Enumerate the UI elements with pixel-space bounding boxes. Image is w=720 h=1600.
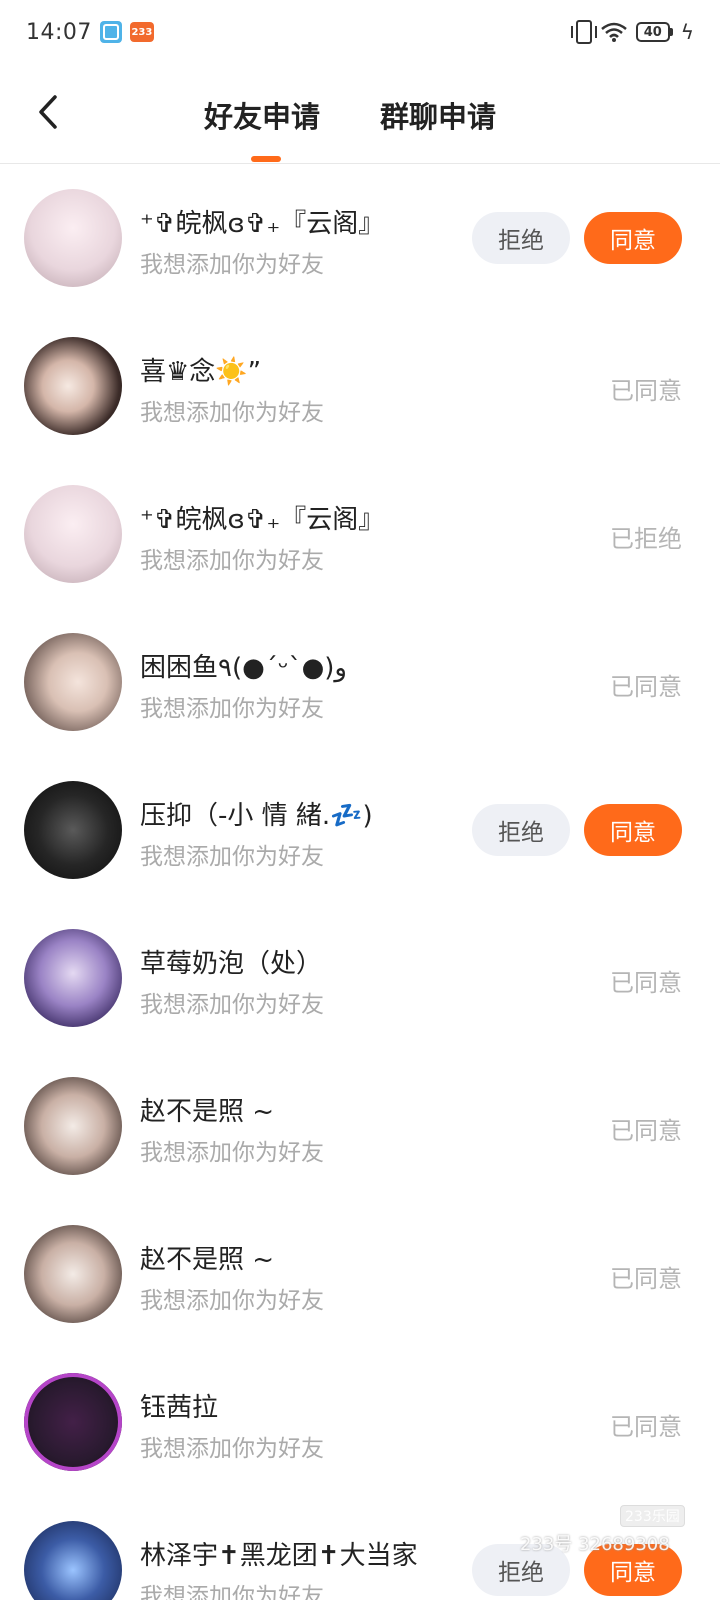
request-message: 我想添加你为好友	[140, 992, 324, 1018]
avatar[interactable]	[24, 633, 122, 731]
avatar[interactable]	[24, 1077, 122, 1175]
requester-name: 赵不是照 ~	[140, 1097, 275, 1127]
requester-name: 喜♛念☀️”	[140, 357, 262, 387]
requester-name: 赵不是照 ~	[140, 1245, 275, 1275]
friend-request-list: ⁺✞皖枫ɞ✞₊『云阁』 我想添加你为好友 拒绝 同意 喜♛念☀️” 我想添加你为…	[0, 165, 720, 1600]
list-item[interactable]: 困困鱼٩(●´ᵕ`●)و 我想添加你为好友 已同意	[0, 609, 720, 757]
tab-bar: 好友申请 群聊申请	[0, 64, 720, 164]
requester-name: ⁺✞皖枫ɞ✞₊『云阁』	[140, 209, 385, 239]
watermark-logo: 233乐园	[620, 1505, 685, 1527]
request-message: 我想添加你为好友	[140, 548, 324, 574]
list-item[interactable]: ⁺✞皖枫ɞ✞₊『云阁』 我想添加你为好友 拒绝 同意	[0, 165, 720, 313]
reject-button[interactable]: 拒绝	[472, 804, 570, 856]
active-tab-indicator	[251, 156, 281, 162]
requester-name: 林泽宇✝黑龙团✝大当家	[140, 1541, 418, 1571]
request-message: 我想添加你为好友	[140, 252, 324, 278]
list-item[interactable]: 喜♛念☀️” 我想添加你为好友 已同意	[0, 313, 720, 461]
list-item[interactable]: 钰茜拉 我想添加你为好友 已同意	[0, 1349, 720, 1497]
requester-name: 压抑（-小 情 緒.💤)	[140, 801, 373, 831]
tab-group-requests[interactable]: 群聊申请	[380, 94, 496, 136]
status-time: 14:07	[26, 19, 92, 45]
status-icons: 40 ϟ	[570, 20, 694, 44]
status-bar: 14:07 233 40 ϟ	[0, 0, 720, 64]
avatar[interactable]	[24, 337, 122, 435]
list-item[interactable]: 赵不是照 ~ 我想添加你为好友 已同意	[0, 1201, 720, 1349]
request-message: 我想添加你为好友	[140, 844, 324, 870]
request-message: 我想添加你为好友	[140, 1584, 324, 1600]
request-message: 我想添加你为好友	[140, 1288, 324, 1314]
avatar[interactable]	[24, 1521, 122, 1600]
avatar[interactable]	[24, 929, 122, 1027]
avatar[interactable]	[24, 189, 122, 287]
battery-icon: 40	[635, 22, 673, 42]
tab-friend-requests[interactable]: 好友申请	[204, 94, 320, 136]
request-status: 已同意	[610, 1413, 682, 1441]
battery-level: 40	[635, 22, 670, 42]
wifi-icon	[600, 22, 627, 42]
app-notification-icon	[99, 21, 122, 43]
charging-icon: ϟ	[680, 20, 694, 44]
requester-name: 困困鱼٩(●´ᵕ`●)و	[140, 653, 347, 683]
header: 好友申请 群聊申请	[0, 64, 720, 164]
request-status: 已同意	[610, 377, 682, 405]
requester-name: 草莓奶泡（处）	[140, 949, 323, 979]
request-status: 已同意	[610, 1117, 682, 1145]
request-message: 我想添加你为好友	[140, 1140, 324, 1166]
request-status: 已同意	[610, 969, 682, 997]
accept-button[interactable]: 同意	[584, 804, 682, 856]
requester-name: 钰茜拉	[140, 1393, 219, 1423]
avatar[interactable]	[24, 1225, 122, 1323]
vibrate-icon	[570, 20, 597, 44]
avatar[interactable]	[24, 781, 122, 879]
request-message: 我想添加你为好友	[140, 1436, 324, 1462]
accept-button[interactable]: 同意	[584, 212, 682, 264]
watermark-text: 233号 32689308	[520, 1534, 670, 1555]
reject-button[interactable]: 拒绝	[472, 212, 570, 264]
list-item[interactable]: 赵不是照 ~ 我想添加你为好友 已同意	[0, 1053, 720, 1201]
requester-name: ⁺✞皖枫ɞ✞₊『云阁』	[140, 505, 385, 535]
avatar[interactable]	[24, 1373, 122, 1471]
233-app-notification-icon: 233	[129, 22, 154, 42]
request-status: 已拒绝	[610, 525, 682, 553]
list-item[interactable]: 草莓奶泡（处） 我想添加你为好友 已同意	[0, 905, 720, 1053]
request-status: 已同意	[610, 673, 682, 701]
request-message: 我想添加你为好友	[140, 696, 324, 722]
request-message: 我想添加你为好友	[140, 400, 324, 426]
request-status: 已同意	[610, 1265, 682, 1293]
list-item[interactable]: ⁺✞皖枫ɞ✞₊『云阁』 我想添加你为好友 已拒绝	[0, 461, 720, 609]
avatar[interactable]	[24, 485, 122, 583]
list-item[interactable]: 压抑（-小 情 緒.💤) 我想添加你为好友 拒绝 同意	[0, 757, 720, 905]
